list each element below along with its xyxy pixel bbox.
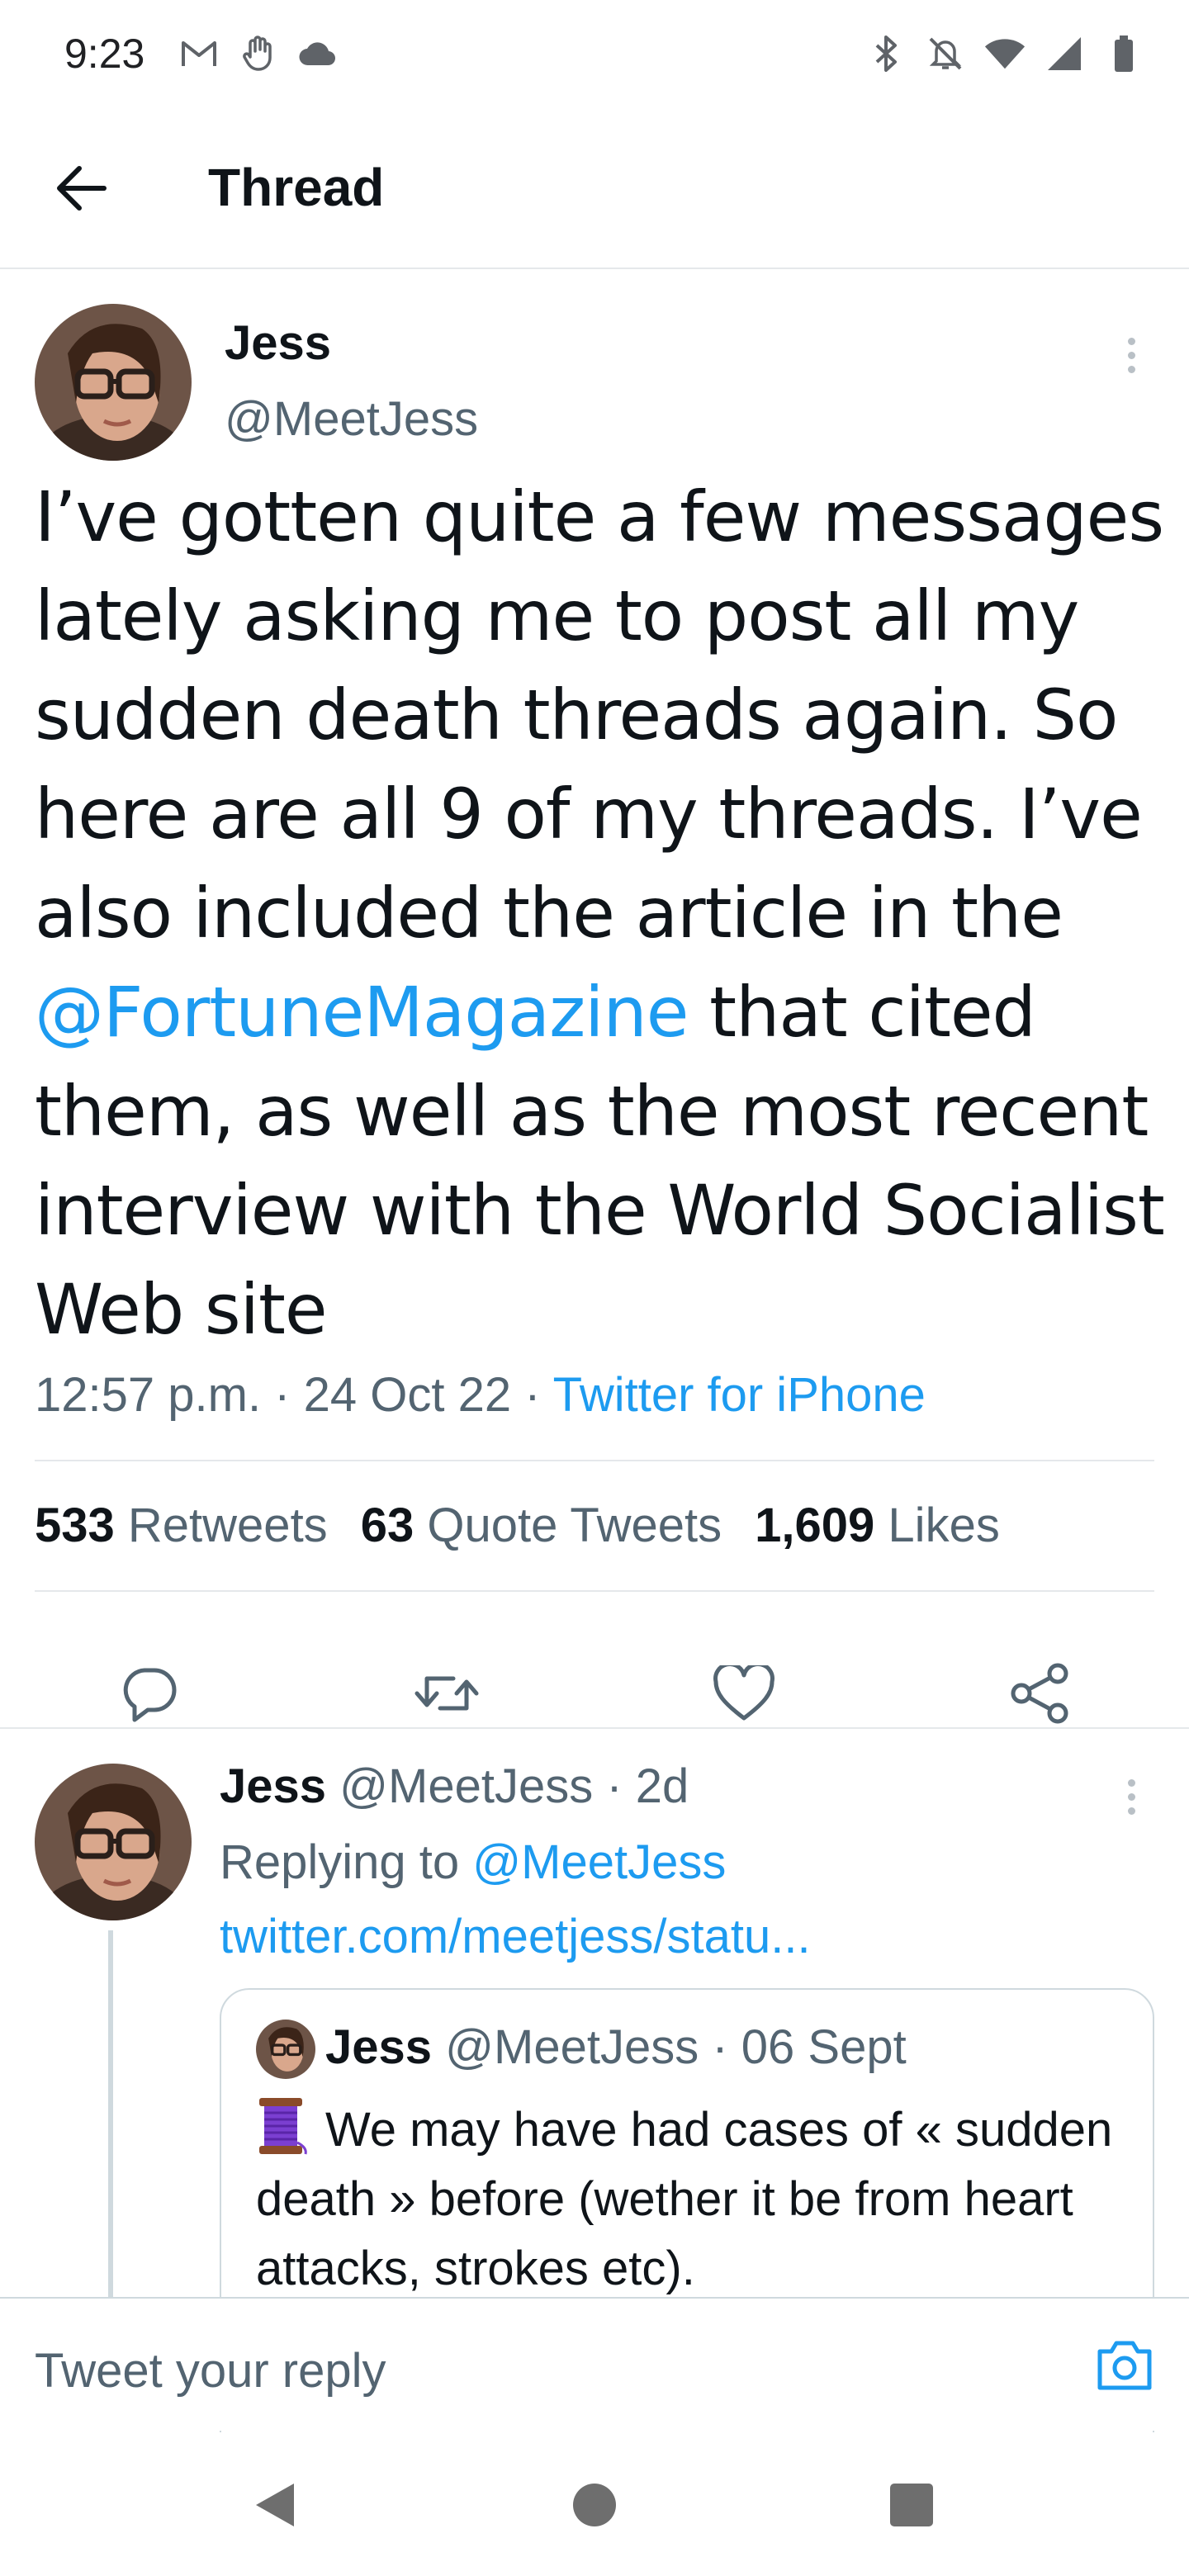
tweet-text-part: I’ve gotten quite a few messages lately …	[35, 476, 1164, 954]
signal-icon	[1044, 33, 1085, 74]
quote-text: We may have had cases of « sudden death …	[256, 2095, 1131, 2304]
quote-header: Jess @MeetJess · 06 Sept	[325, 2020, 907, 2074]
mute-icon	[925, 33, 966, 74]
meta-separator: ·	[261, 1368, 304, 1422]
thread-header: Thread	[0, 107, 1189, 269]
likes-count: 1,609	[755, 1499, 875, 1552]
like-icon[interactable]	[707, 1656, 781, 1731]
bluetooth-icon	[865, 33, 907, 74]
avatar	[256, 2020, 315, 2079]
status-icons-right	[865, 33, 1144, 74]
quote-date: 06 Sept	[741, 2020, 907, 2074]
reply-icon[interactable]	[112, 1656, 187, 1731]
avatar[interactable]	[35, 1764, 192, 1920]
quote-author-handle: @MeetJess	[445, 2020, 699, 2074]
tweet-stats: 533 Retweets 63 Quote Tweets 1,609 Likes	[35, 1498, 1033, 1553]
page-title: Thread	[208, 158, 385, 217]
quote-text-body: We may have had cases of « sudden death …	[256, 2103, 1113, 2295]
retweets-stat[interactable]: 533 Retweets	[35, 1499, 328, 1552]
back-button[interactable]	[46, 154, 116, 223]
hand-icon	[238, 33, 279, 74]
tweet-actions	[0, 1623, 1189, 1764]
more-options-icon[interactable]	[1115, 1764, 1148, 1830]
share-icon[interactable]	[1002, 1656, 1077, 1731]
author-handle[interactable]: @MeetJess	[225, 391, 478, 447]
section-divider	[0, 1727, 1189, 1729]
tweet-time: 12:57 p.m.	[35, 1368, 262, 1422]
nav-back-icon[interactable]	[241, 2472, 307, 2538]
reply-header: Jess @MeetJess · 2d	[220, 1759, 689, 1813]
tweet-meta: 12:57 p.m. · 24 Oct 22 · Twitter for iPh…	[35, 1367, 926, 1423]
cloud-icon	[297, 33, 339, 74]
quotes-stat[interactable]: 63 Quote Tweets	[361, 1499, 722, 1552]
likes-stat[interactable]: 1,609 Likes	[755, 1499, 1000, 1552]
tweet-link[interactable]: twitter.com/meetjess/statu...	[220, 1909, 811, 1964]
status-time: 9:23	[64, 31, 145, 77]
tweet-source-link[interactable]: Twitter for iPhone	[553, 1368, 926, 1422]
quotes-label: Quote Tweets	[427, 1499, 722, 1552]
camera-icon[interactable]	[1092, 2332, 1158, 2398]
tweet-text: I’ve gotten quite a few messages lately …	[35, 467, 1174, 1359]
retweets-label: Retweets	[127, 1499, 328, 1552]
wifi-icon	[984, 33, 1026, 74]
gmail-icon	[178, 33, 220, 74]
divider	[35, 1590, 1154, 1592]
reply-age: 2d	[635, 1759, 689, 1813]
reply-composer: Tweet your reply	[0, 2297, 1189, 2434]
likes-label: Likes	[888, 1499, 1000, 1552]
author-name[interactable]: Jess	[220, 1759, 326, 1813]
divider	[35, 1460, 1154, 1461]
retweets-count: 533	[35, 1499, 115, 1552]
author-handle[interactable]: @MeetJess	[339, 1759, 593, 1813]
quotes-count: 63	[360, 1499, 414, 1552]
more-options-icon[interactable]	[1115, 322, 1148, 388]
quote-author-name: Jess	[325, 2020, 433, 2074]
nav-recents-icon[interactable]	[879, 2472, 945, 2538]
system-navigation-bar	[0, 2432, 1189, 2576]
mention-link[interactable]: @MeetJess	[472, 1835, 726, 1889]
reply-input[interactable]: Tweet your reply	[35, 2343, 386, 2398]
battery-icon	[1103, 33, 1144, 74]
tweet-date: 24 Oct 22	[303, 1368, 512, 1422]
meta-separator: ·	[511, 1368, 553, 1422]
status-bar: 9:23	[0, 0, 1189, 107]
retweet-icon[interactable]	[410, 1656, 484, 1731]
replying-prefix: Replying to	[220, 1835, 473, 1889]
thread-spool-icon	[259, 2098, 307, 2155]
author-name[interactable]: Jess	[225, 315, 331, 371]
mention-link[interactable]: @FortuneMagazine	[35, 972, 689, 1053]
nav-home-icon[interactable]	[561, 2472, 628, 2538]
avatar[interactable]	[35, 304, 192, 461]
replying-to: Replying to @MeetJess	[220, 1835, 726, 1890]
arrow-left-icon	[57, 166, 107, 211]
status-icons-left	[178, 33, 339, 74]
